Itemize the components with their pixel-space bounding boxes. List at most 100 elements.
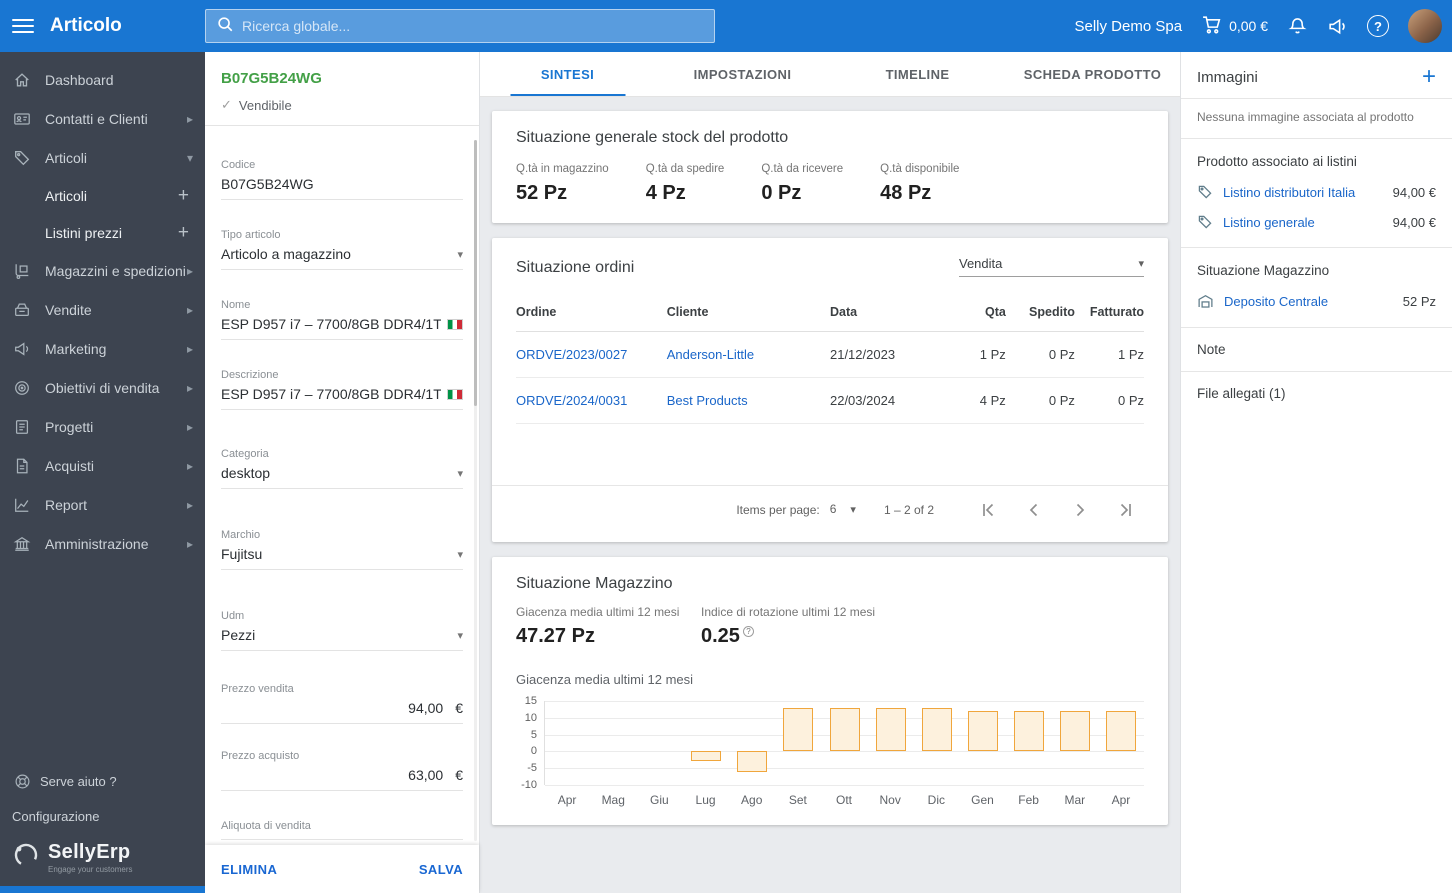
chart-icon bbox=[12, 495, 32, 515]
chart-gridline bbox=[545, 785, 1144, 786]
order-link[interactable]: ORDVE/2023/0027 bbox=[516, 347, 627, 362]
target-icon bbox=[12, 378, 32, 398]
tag-icon bbox=[12, 148, 32, 168]
warehouse-row[interactable]: Deposito Centrale 52 Pz bbox=[1181, 286, 1452, 317]
company-name[interactable]: Selly Demo Spa bbox=[1075, 18, 1183, 35]
aliquota-field[interactable]: Aliquota di vendita bbox=[221, 820, 463, 840]
cart-button[interactable]: 0,00 € bbox=[1201, 14, 1268, 38]
sidebar-item-acquisti[interactable]: Acquisti ▸ bbox=[0, 446, 205, 485]
sidebar-item-report[interactable]: Report ▸ bbox=[0, 485, 205, 524]
tab-scheda-prodotto[interactable]: SCHEDA PRODOTTO bbox=[1005, 52, 1180, 96]
chart-xtick-label: Ago bbox=[741, 793, 763, 807]
tab-sintesi[interactable]: SINTESI bbox=[480, 52, 655, 96]
app-root: Articolo Selly Demo Spa 0,00 € ? bbox=[0, 0, 1452, 893]
menu-icon[interactable] bbox=[12, 15, 34, 37]
tipo-articolo-select[interactable]: Tipo articolo Articolo a magazzino ▾ bbox=[221, 229, 463, 270]
info-icon[interactable]: ? bbox=[742, 626, 754, 637]
form-scrollbar[interactable] bbox=[474, 140, 477, 841]
udm-select[interactable]: Udm Pezzi ▾ bbox=[221, 610, 463, 651]
avatar[interactable] bbox=[1408, 9, 1442, 43]
configuration-link-label: Configurazione bbox=[12, 809, 100, 824]
previous-page-icon[interactable] bbox=[1016, 500, 1052, 520]
deposit-link[interactable]: Deposito Centrale bbox=[1224, 294, 1328, 309]
sidebar-item-articoli[interactable]: Articoli + bbox=[0, 177, 205, 214]
add-articolo-icon[interactable]: + bbox=[178, 185, 193, 207]
order-link[interactable]: ORDVE/2024/0031 bbox=[516, 393, 627, 408]
order-type-select[interactable]: Vendita ▾ bbox=[959, 256, 1144, 277]
help-link[interactable]: Serve aiuto ? bbox=[0, 762, 205, 800]
first-page-icon[interactable] bbox=[970, 500, 1006, 520]
help-link-label: Serve aiuto ? bbox=[40, 773, 117, 789]
sidebar-item-contatti-clienti[interactable]: Contatti e Clienti ▸ bbox=[0, 99, 205, 138]
chevron-right-icon: ▸ bbox=[186, 536, 193, 551]
contacts-icon bbox=[12, 109, 32, 129]
warehouse-card-title: Situazione Magazzino bbox=[516, 575, 673, 592]
search-input[interactable] bbox=[242, 18, 704, 34]
descrizione-field[interactable]: Descrizione ESP D957 i7 – 7700/8GB DDR4/… bbox=[221, 369, 463, 410]
sidebar-item-articoli-parent[interactable]: Articoli ▾ bbox=[0, 138, 205, 177]
sidebar-item-progetti[interactable]: Progetti ▸ bbox=[0, 407, 205, 446]
delete-button[interactable]: ELIMINA bbox=[221, 862, 277, 877]
pricelist-link[interactable]: Listino distributori Italia bbox=[1223, 185, 1355, 200]
scrollbar-thumb[interactable] bbox=[474, 140, 477, 407]
sidebar-item-magazzini[interactable]: Magazzini e spedizioni ▸ bbox=[0, 251, 205, 290]
announcements-icon[interactable] bbox=[1327, 16, 1348, 37]
notes-section[interactable]: Note bbox=[1181, 328, 1452, 371]
chart-xtick-label: Set bbox=[788, 793, 807, 807]
last-page-icon[interactable] bbox=[1108, 500, 1144, 520]
field-label: Descrizione bbox=[221, 369, 279, 381]
dropdown-caret-icon: ▾ bbox=[850, 503, 856, 516]
nome-field[interactable]: Nome ESP D957 i7 – 7700/8GB DDR4/1TO W bbox=[221, 299, 463, 340]
sidebar-nav: Dashboard Contatti e Clienti ▸ Articoli … bbox=[0, 52, 205, 563]
orders-empty-space bbox=[492, 424, 1168, 486]
next-page-icon[interactable] bbox=[1062, 500, 1098, 520]
configuration-link[interactable]: Configurazione bbox=[0, 800, 205, 833]
product-code-title: B07G5B24WG bbox=[221, 70, 322, 87]
add-image-icon[interactable]: + bbox=[1422, 65, 1436, 89]
stat-da-ricevere: Q.tà da ricevere 0 Pz bbox=[761, 163, 843, 205]
pricelist-link[interactable]: Listino generale bbox=[1223, 215, 1315, 230]
help-icon[interactable]: ? bbox=[1367, 15, 1389, 37]
add-listino-icon[interactable]: + bbox=[178, 222, 193, 244]
images-section-header: Immagini + bbox=[1181, 52, 1452, 98]
prezzo-vendita-field[interactable]: Prezzo vendita 94,00 € bbox=[221, 683, 463, 724]
field-label: Udm bbox=[221, 610, 245, 622]
sidebar-item-listini-prezzi[interactable]: Listini prezzi + bbox=[0, 214, 205, 251]
tab-impostazioni[interactable]: IMPOSTAZIONI bbox=[655, 52, 830, 96]
prezzo-acquisto-field[interactable]: Prezzo acquisto 63,00 € bbox=[221, 750, 463, 791]
attachments-section[interactable]: File allegati (1) bbox=[1181, 372, 1452, 415]
field-value: 63,00 bbox=[408, 767, 444, 783]
notifications-icon[interactable] bbox=[1287, 16, 1308, 37]
order-row: ORDVE/2023/0027 Anderson-Little 21/12/20… bbox=[516, 331, 1144, 378]
sidebar-item-label: Vendite bbox=[45, 301, 92, 318]
sidebar-item-marketing[interactable]: Marketing ▸ bbox=[0, 329, 205, 368]
currency-label: € bbox=[455, 767, 463, 783]
stat-label: Q.tà disponibile bbox=[880, 163, 960, 175]
field-label: Categoria bbox=[221, 448, 269, 460]
tab-timeline[interactable]: TIMELINE bbox=[830, 52, 1005, 96]
items-per-page-select[interactable]: 6 ▾ bbox=[830, 502, 856, 518]
pricelist-row[interactable]: Listino distributori Italia 94,00 € bbox=[1181, 177, 1452, 207]
customer-link[interactable]: Best Products bbox=[667, 393, 748, 408]
pricelist-price: 94,00 € bbox=[1392, 184, 1436, 200]
warehouse-card: Situazione Magazzino Giacenza media ulti… bbox=[492, 557, 1168, 825]
field-label: Prezzo acquisto bbox=[221, 750, 300, 762]
sidebar-item-obiettivi[interactable]: Obiettivi di vendita ▸ bbox=[0, 368, 205, 407]
sidebar-item-dashboard[interactable]: Dashboard bbox=[0, 60, 205, 99]
marchio-select[interactable]: Marchio Fujitsu ▾ bbox=[221, 529, 463, 570]
customer-link[interactable]: Anderson-Little bbox=[667, 347, 754, 362]
stat-value: 4 Pz bbox=[645, 182, 686, 204]
stat-da-spedire: Q.tà da spedire 4 Pz bbox=[646, 163, 725, 205]
sidebar-item-vendite[interactable]: Vendite ▸ bbox=[0, 290, 205, 329]
stat-value: 48 Pz bbox=[880, 182, 932, 204]
tab-content: Situazione generale stock del prodotto Q… bbox=[480, 97, 1180, 839]
save-button[interactable]: SALVA bbox=[419, 862, 463, 877]
global-search[interactable] bbox=[205, 9, 715, 43]
stat-giacenza-media: Giacenza media ultimi 12 mesi 47.27 Pz bbox=[516, 605, 701, 648]
sidebar-item-label: Contatti e Clienti bbox=[45, 110, 148, 127]
sidebar-item-amministrazione[interactable]: Amministrazione ▸ bbox=[0, 524, 205, 563]
categoria-select[interactable]: Categoria desktop ▾ bbox=[221, 448, 463, 489]
pricelist-row[interactable]: Listino generale 94,00 € bbox=[1181, 207, 1452, 237]
warehouse-icon bbox=[1197, 293, 1214, 310]
codice-field[interactable]: Codice B07G5B24WG bbox=[221, 159, 463, 200]
